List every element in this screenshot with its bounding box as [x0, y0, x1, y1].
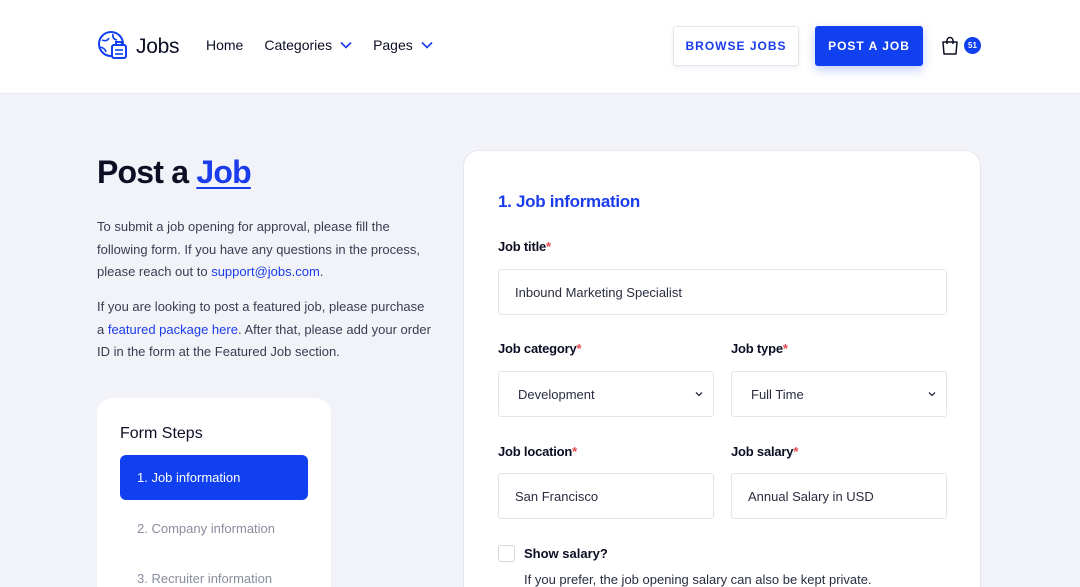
featured-package-link[interactable]: featured package here: [108, 322, 238, 337]
logo-text: Jobs: [136, 34, 180, 58]
nav-item-label: Pages: [373, 37, 413, 53]
select-value: Full Time: [751, 386, 804, 402]
required-mark: *: [793, 444, 799, 459]
job-category-label: Job category*: [498, 341, 582, 356]
job-location-label: Job location*: [498, 444, 577, 459]
show-salary-help-text: If you prefer, the job opening salary ca…: [524, 572, 872, 587]
browse-jobs-button[interactable]: BROWSE JOBS: [673, 26, 799, 66]
shopping-bag-icon[interactable]: [940, 36, 960, 56]
logo[interactable]: Jobs: [97, 30, 179, 63]
support-email-link[interactable]: support@jobs.com: [211, 264, 320, 279]
chevron-down-icon: [340, 41, 352, 49]
job-form-card: 1. Job information Job title* Inbound Ma…: [463, 150, 981, 587]
label-text: Job category: [498, 341, 577, 356]
job-salary-label: Job salary*: [731, 444, 798, 459]
nav-item-label: Categories: [264, 37, 333, 53]
label-text: Job location: [498, 444, 573, 459]
main-nav: Home Categories Pages: [206, 37, 433, 53]
chevron-down-icon: [421, 41, 433, 49]
job-category-select[interactable]: Development: [498, 371, 714, 417]
section-title: 1. Job information: [498, 192, 640, 211]
intro-paragraph: To submit a job opening for approval, pl…: [97, 216, 432, 284]
required-mark: *: [546, 239, 551, 254]
job-salary-input[interactable]: Annual Salary in USD: [731, 473, 947, 519]
site-header: Jobs Home Categories Pages BROWSE JOBS P…: [0, 0, 1080, 93]
show-salary-checkbox[interactable]: [498, 545, 515, 562]
show-salary-label: Show salary?: [524, 546, 608, 561]
job-location-input[interactable]: San Francisco: [498, 473, 714, 519]
page-title-prefix: Post a: [97, 154, 197, 190]
form-steps-title: Form Steps: [120, 425, 203, 442]
job-type-select[interactable]: Full Time: [731, 371, 947, 417]
required-mark: *: [572, 444, 578, 459]
nav-item-pages[interactable]: Pages: [373, 37, 433, 53]
required-mark: *: [576, 341, 582, 356]
nav-item-categories[interactable]: Categories: [264, 37, 352, 53]
step-job-information[interactable]: 1. Job information: [120, 455, 308, 500]
nav-item-label: Home: [206, 37, 244, 53]
post-job-button[interactable]: POST A JOB: [815, 26, 923, 66]
select-value: Development: [518, 386, 595, 402]
intro-text-end: .: [319, 264, 324, 279]
step-company-information[interactable]: 2. Company information: [120, 506, 308, 551]
required-mark: *: [782, 341, 788, 356]
featured-paragraph: If you are looking to post a featured jo…: [97, 296, 432, 364]
job-title-label: Job title*: [498, 239, 551, 254]
label-text: Job salary: [731, 444, 794, 459]
cart-count-badge: 51: [964, 37, 981, 54]
label-text: Job title: [498, 239, 547, 254]
step-recruiter-information[interactable]: 3. Recruiter information: [120, 556, 308, 587]
chevron-down-icon: [695, 392, 703, 397]
page-title-accent: Job: [196, 154, 251, 190]
chevron-down-icon: [928, 392, 936, 397]
job-title-input[interactable]: Inbound Marketing Specialist: [498, 269, 947, 315]
logo-icon: [98, 31, 127, 59]
job-type-label: Job type*: [731, 341, 788, 356]
label-text: Job type: [731, 341, 783, 356]
nav-item-home[interactable]: Home: [206, 37, 243, 53]
form-steps-card: Form Steps 1. Job information 2. Company…: [97, 398, 331, 587]
page-title: Post a Job: [97, 154, 252, 191]
